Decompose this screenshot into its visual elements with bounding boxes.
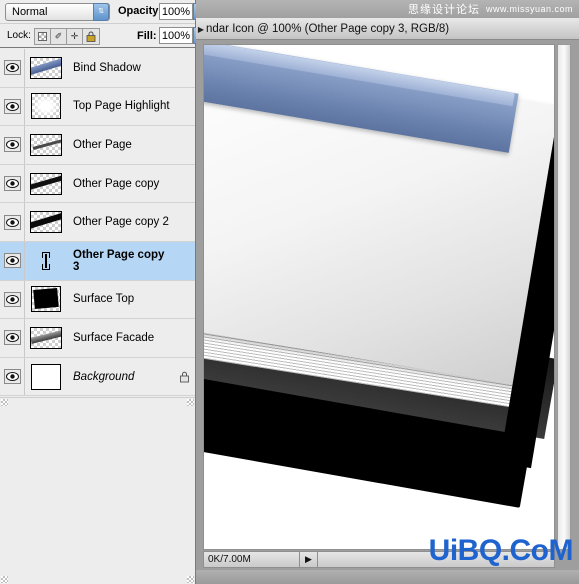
notepad-artwork: [204, 45, 554, 549]
lock-position-icon[interactable]: ✛: [67, 29, 83, 44]
lock-all-icon[interactable]: [83, 29, 99, 44]
layer-visibility-toggle[interactable]: [0, 241, 25, 280]
layer-visibility-toggle[interactable]: [0, 280, 25, 319]
titlebar-arrow-icon[interactable]: ▶: [196, 22, 206, 36]
layer-thumbnail-cell[interactable]: [25, 93, 67, 120]
panel-grip-icon: [187, 576, 194, 583]
panel-grip-icon: [187, 399, 194, 406]
site-logo: UiBQ.CoM: [428, 534, 574, 567]
layer-visibility-toggle[interactable]: [0, 87, 25, 126]
lock-row: Lock: ✐ ✛ Fill: 100% ▶: [0, 24, 208, 48]
eye-icon[interactable]: [3, 330, 21, 346]
layer-list[interactable]: Bind Shadow Top Page Highlight Other Page O…: [0, 49, 195, 397]
layer-thumbnail[interactable]: [31, 93, 61, 120]
layer-thumbnail-cell[interactable]: [25, 251, 67, 270]
watermark-bar: 思缘设计论坛 www.missyuan.com: [196, 0, 579, 18]
thumbnail-selection-brackets: [42, 251, 50, 270]
layer-thumbnail[interactable]: [31, 286, 61, 313]
watermark-url-text: www.missyuan.com: [485, 4, 573, 14]
layer-thumbnail-cell[interactable]: [25, 133, 67, 156]
panel-grip-icon: [1, 399, 8, 406]
blend-mode-row: Normal ⇅ Opacity: 100% ▶: [0, 0, 208, 24]
layer-thumbnail[interactable]: [30, 56, 62, 79]
layer-row[interactable]: Background: [0, 357, 195, 397]
layers-panel: Normal ⇅ Opacity: 100% ▶ Lock: ✐ ✛ Fill:…: [0, 0, 208, 584]
layer-row[interactable]: Top Page Highlight: [0, 87, 195, 127]
layer-row[interactable]: Other Page copy: [0, 164, 195, 204]
layers-panel-empty-area: [0, 397, 195, 584]
layer-thumbnail-cell[interactable]: [25, 172, 67, 195]
eye-icon[interactable]: [3, 176, 21, 192]
layer-thumbnail[interactable]: [30, 133, 62, 156]
blend-mode-select[interactable]: Normal ⇅: [5, 3, 110, 21]
layer-thumbnail-cell[interactable]: [25, 56, 67, 79]
lock-pixels-icon[interactable]: ✐: [51, 29, 67, 44]
layer-thumbnail-cell[interactable]: [25, 326, 67, 349]
eye-icon[interactable]: [3, 214, 21, 230]
blend-mode-value: Normal: [12, 6, 48, 18]
layer-thumbnail-cell[interactable]: [25, 286, 67, 313]
layer-thumbnail-cell[interactable]: [25, 211, 67, 234]
layer-visibility-toggle[interactable]: [0, 49, 25, 87]
opacity-input[interactable]: 100%: [159, 3, 193, 20]
layer-name: Other Page copy 2: [73, 216, 169, 229]
layer-row[interactable]: Other Page copy 2: [0, 203, 195, 242]
layer-name: Surface Facade: [73, 331, 155, 344]
layer-name: Other Page: [73, 138, 132, 151]
document-titlebar[interactable]: ▶ ndar Icon @ 100% (Other Page copy 3, R…: [196, 18, 579, 40]
layer-thumbnail[interactable]: [30, 326, 62, 349]
eye-icon[interactable]: [3, 253, 21, 269]
canvas-area[interactable]: [203, 44, 555, 550]
layer-name: Surface Top: [73, 293, 135, 306]
lock-transparency-icon[interactable]: [35, 29, 51, 44]
layer-name: Other Page copy: [73, 177, 160, 190]
lock-buttons-group: ✐ ✛: [34, 28, 100, 45]
layer-thumbnail-cell[interactable]: [25, 363, 67, 390]
layer-visibility-toggle[interactable]: [0, 357, 25, 396]
layer-thumbnail[interactable]: [30, 172, 62, 195]
eye-icon[interactable]: [3, 137, 21, 153]
status-menu-arrow-icon[interactable]: ▶: [300, 552, 318, 567]
layer-row[interactable]: Other Page copy 3: [0, 241, 195, 281]
layer-row[interactable]: Surface Facade: [0, 319, 195, 358]
layer-name: Other Page copy 3: [73, 248, 165, 273]
layer-row[interactable]: Other Page: [0, 126, 195, 165]
opacity-label: Opacity:: [118, 5, 163, 17]
layer-name: Top Page Highlight: [73, 100, 170, 113]
watermark-chinese-text: 思缘设计论坛: [407, 4, 480, 16]
layer-row[interactable]: Bind Shadow: [0, 49, 195, 88]
layer-name: Bind Shadow: [73, 61, 141, 74]
document-title: ndar Icon @ 100% (Other Page copy 3, RGB…: [206, 22, 450, 35]
fill-input[interactable]: 100%: [159, 27, 193, 44]
canvas-vertical-scrollbar[interactable]: [557, 44, 571, 550]
layer-row[interactable]: Surface Top: [0, 280, 195, 320]
fill-label: Fill:: [137, 30, 157, 42]
eye-icon[interactable]: [3, 98, 21, 114]
layer-thumbnail[interactable]: [31, 363, 61, 390]
layer-lock-indicator: [173, 371, 195, 383]
panel-grip-icon: [1, 576, 8, 583]
layer-name: Background: [73, 370, 135, 383]
layer-visibility-toggle[interactable]: [0, 203, 25, 241]
lock-label: Lock:: [7, 30, 31, 41]
eye-icon[interactable]: [3, 60, 21, 76]
eye-icon[interactable]: [3, 291, 21, 307]
document-window: 思缘设计论坛 www.missyuan.com ▶ ndar Icon @ 10…: [196, 0, 579, 584]
layer-visibility-toggle[interactable]: [0, 164, 25, 203]
layer-visibility-toggle[interactable]: [0, 319, 25, 357]
layer-visibility-toggle[interactable]: [0, 126, 25, 164]
window-bottom-strip: [196, 570, 579, 584]
layer-thumbnail[interactable]: [30, 211, 62, 234]
chevron-updown-icon[interactable]: ⇅: [93, 3, 109, 21]
document-size-status: 0K/7.00M: [204, 552, 300, 567]
eye-icon[interactable]: [3, 369, 21, 385]
